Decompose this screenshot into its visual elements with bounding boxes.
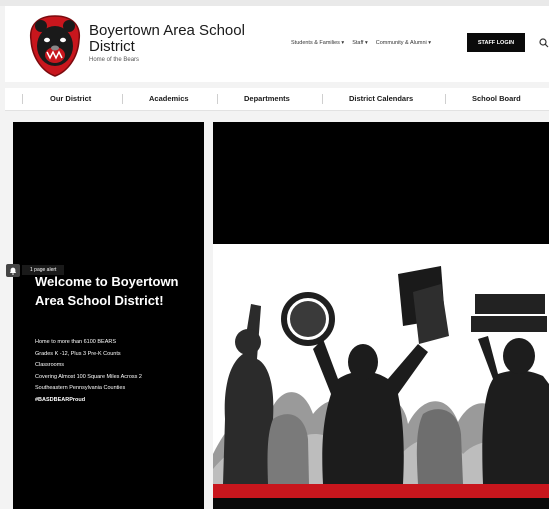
- hero-fact: Classrooms: [35, 362, 65, 368]
- hero-fact: Home to more than 6100 BEARS: [35, 339, 117, 345]
- hero-panel: Welcome to Boyertown Area School Distric…: [13, 122, 204, 509]
- nav-divider: [5, 110, 549, 111]
- nav-separator: [217, 94, 218, 104]
- bell-icon[interactable]: [6, 264, 20, 277]
- hero-fact: Grades K -12, Plus 3 Pre-K Counts: [35, 350, 121, 357]
- nav-separator: [445, 94, 446, 104]
- hero-facts: Home to more than 6100 BEARS Grades K -1…: [35, 337, 215, 406]
- school-name[interactable]: Boyertown Area School District: [89, 23, 249, 55]
- utility-nav: Students & Families ▾ Staff ▾ Community …: [291, 40, 439, 46]
- utility-nav-staff[interactable]: Staff ▾: [352, 40, 368, 46]
- hero-title: Welcome to Boyertown Area School Distric…: [35, 274, 179, 308]
- hero-hashtag: #BASDBEARProud: [35, 396, 86, 403]
- hero-graduates-image: [213, 244, 549, 509]
- nav-separator: [22, 94, 23, 104]
- hero-banner-top: [213, 122, 549, 244]
- hero-fact: Southeastern Pennsylvania Counties: [35, 385, 126, 391]
- main-nav: Our District Academics Departments Distr…: [5, 88, 549, 110]
- site-header: Boyertown Area School District Home of t…: [5, 6, 549, 82]
- graduates-silhouette-illustration: [213, 244, 549, 509]
- bear-logo-icon[interactable]: [27, 14, 83, 78]
- nav-item-academics[interactable]: Academics: [149, 94, 189, 103]
- search-icon[interactable]: [539, 38, 549, 48]
- utility-nav-students-families[interactable]: Students & Families ▾: [291, 40, 344, 46]
- page-alert-label[interactable]: 1 page alert: [22, 265, 65, 275]
- nav-item-departments[interactable]: Departments: [244, 94, 290, 103]
- utility-nav-community-alumni[interactable]: Community & Alumni ▾: [376, 40, 431, 46]
- staff-login-button[interactable]: STAFF LOGIN: [467, 33, 525, 52]
- nav-separator: [322, 94, 323, 104]
- tagline: Home of the Bears: [89, 57, 140, 63]
- nav-item-our-district[interactable]: Our District: [50, 94, 91, 103]
- hero-fact: Covering Almost 100 Square Miles Across …: [35, 373, 142, 380]
- nav-item-district-calendars[interactable]: District Calendars: [349, 94, 413, 103]
- nav-separator: [122, 94, 123, 104]
- nav-item-school-board[interactable]: School Board: [472, 94, 521, 103]
- bell-glyph-icon: [9, 267, 17, 275]
